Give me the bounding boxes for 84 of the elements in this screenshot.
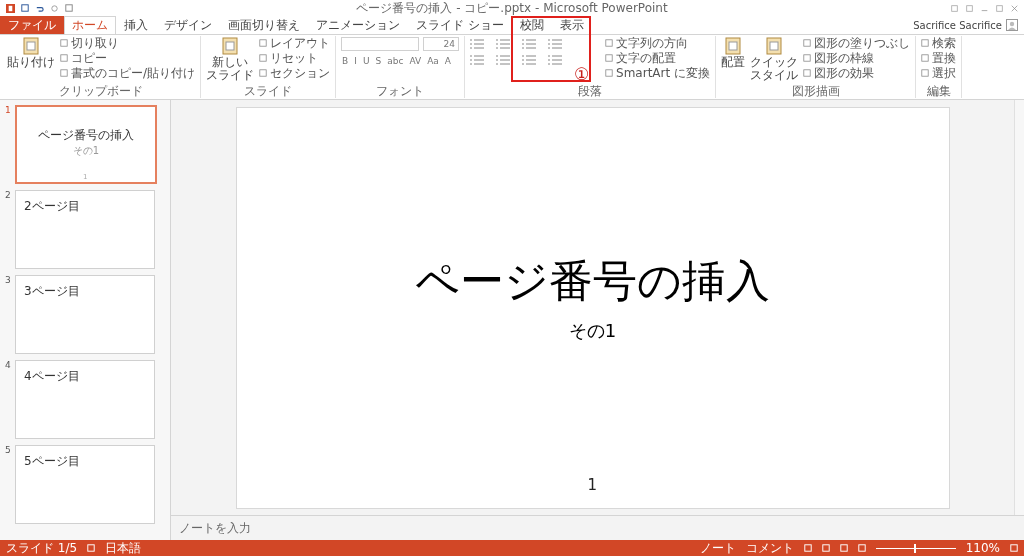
slide-number: 5 — [5, 445, 12, 457]
thumbnail-subtitle: その1 — [71, 144, 101, 158]
ribbon-button[interactable]: 図形の枠線 — [803, 51, 910, 65]
ribbon-button[interactable]: 検索 — [921, 36, 956, 50]
ribbon-button[interactable]: 図形の塗りつぶし — [803, 36, 910, 50]
group-label: フォント — [375, 84, 426, 98]
slide-title: ページ番号の挿入 — [415, 253, 770, 308]
save-icon[interactable] — [21, 4, 29, 12]
format-button[interactable]: I — [353, 56, 358, 66]
format-button[interactable]: B — [341, 56, 350, 66]
ribbon-button[interactable]: 選択 — [921, 66, 956, 80]
ribbon-button[interactable]: 文字の配置 — [605, 51, 710, 65]
slide-canvas[interactable]: ページ番号の挿入 その1 1 — [235, 106, 950, 509]
comments-button[interactable]: コメント — [745, 539, 794, 556]
group-label: クリップボード — [58, 84, 144, 98]
thumbnail-title: 3ページ目 — [24, 283, 81, 300]
language-label[interactable]: 日本語 — [105, 539, 142, 556]
group-label: スライド — [243, 84, 294, 98]
ribbon-button[interactable]: SmartArt に変換 — [605, 66, 710, 80]
align-center-icon[interactable] — [496, 55, 511, 65]
format-button[interactable]: A — [443, 56, 452, 66]
font-size-field[interactable]: 24 — [423, 37, 460, 51]
app-logo-icon — [6, 3, 15, 13]
slide-subtitle: その1 — [568, 318, 617, 343]
ribbon-button[interactable]: 図形の効果 — [803, 66, 910, 80]
format-button[interactable]: U — [361, 56, 371, 66]
slide-indicator: スライド 1/5 — [6, 539, 78, 556]
ribbon-button[interactable]: コピー — [60, 51, 196, 65]
restore-icon[interactable] — [996, 4, 1003, 12]
notes-button[interactable]: ノート — [699, 539, 736, 556]
command-icon — [220, 36, 241, 56]
bullet-list-icon[interactable] — [470, 39, 485, 49]
ribbon-button[interactable]: レイアウト — [259, 36, 331, 50]
thumbnail-title: ページ番号の挿入 — [37, 127, 135, 144]
justify-icon[interactable] — [548, 55, 563, 65]
slide-number: 3 — [5, 275, 12, 287]
step-marker: ① — [574, 66, 590, 83]
group-label: 編集 — [925, 84, 952, 98]
slide-thumbnail[interactable]: 5ページ目 — [15, 445, 155, 524]
avatar-icon[interactable] — [1006, 19, 1018, 31]
ribbon-button[interactable]: クイック スタイル — [750, 36, 798, 83]
slide-thumbnail[interactable]: 3ページ目 — [15, 275, 155, 354]
notes-field[interactable]: ノートを入力 — [177, 520, 381, 536]
slide-page-number: 1 — [587, 475, 598, 494]
ribbon-button[interactable]: セクション — [259, 66, 331, 80]
user-name[interactable]: Sacrifice Sacrifice — [913, 16, 1002, 34]
command-icon — [21, 36, 41, 56]
ribbon-button[interactable]: 切り取り — [60, 36, 196, 50]
font-name-field[interactable] — [341, 37, 420, 51]
thumbnail-title: 2ページ目 — [24, 198, 81, 215]
format-button[interactable]: S — [374, 56, 383, 66]
slide-number: 4 — [5, 360, 12, 372]
indent-icon[interactable] — [522, 39, 537, 49]
window-title: ページ番号の挿入 - コピー.pptx - Microsoft PowerPoint — [355, 0, 669, 17]
ribbon-button[interactable]: 置換 — [921, 51, 956, 65]
line-spacing-icon[interactable] — [548, 39, 563, 49]
format-button[interactable]: abc — [386, 56, 405, 66]
slide-thumbnail[interactable]: 2ページ目 — [15, 190, 155, 269]
ribbon-button[interactable]: 書式のコピー/貼り付け — [60, 66, 196, 80]
format-button[interactable]: Aa — [426, 56, 440, 66]
file-tab[interactable]: ファイル — [0, 16, 64, 34]
zoom-thumb[interactable] — [914, 543, 917, 553]
zoom-level[interactable]: 110% — [965, 541, 1000, 555]
command-icon — [723, 36, 743, 56]
align-left-icon[interactable] — [470, 55, 485, 65]
slide-number: 1 — [5, 105, 12, 117]
group-label: 段落 — [577, 84, 604, 98]
align-right-icon[interactable] — [522, 55, 537, 65]
scrollbar[interactable] — [1014, 100, 1024, 515]
slide-number: 2 — [5, 190, 12, 202]
ribbon-button[interactable]: 貼り付け — [7, 36, 55, 70]
command-icon — [764, 36, 784, 56]
close-icon[interactable] — [1011, 4, 1018, 12]
slide-thumbnail[interactable]: 4ページ目 — [15, 360, 155, 439]
ribbon-button[interactable]: リセット — [259, 51, 331, 65]
group-label: 図形描画 — [790, 84, 841, 98]
numbered-list-icon[interactable] — [496, 39, 511, 49]
ribbon-button[interactable]: 新しい スライド — [206, 36, 255, 83]
format-button[interactable]: AV — [408, 56, 423, 66]
ribbon-button[interactable]: 文字列の方向 — [605, 36, 710, 50]
ribbon-button[interactable]: 配置 — [721, 36, 745, 70]
ribbon-tab[interactable]: ホーム — [64, 16, 116, 34]
thumbnail-title: 4ページ目 — [24, 368, 81, 385]
thumbnail-title: 5ページ目 — [24, 453, 81, 470]
